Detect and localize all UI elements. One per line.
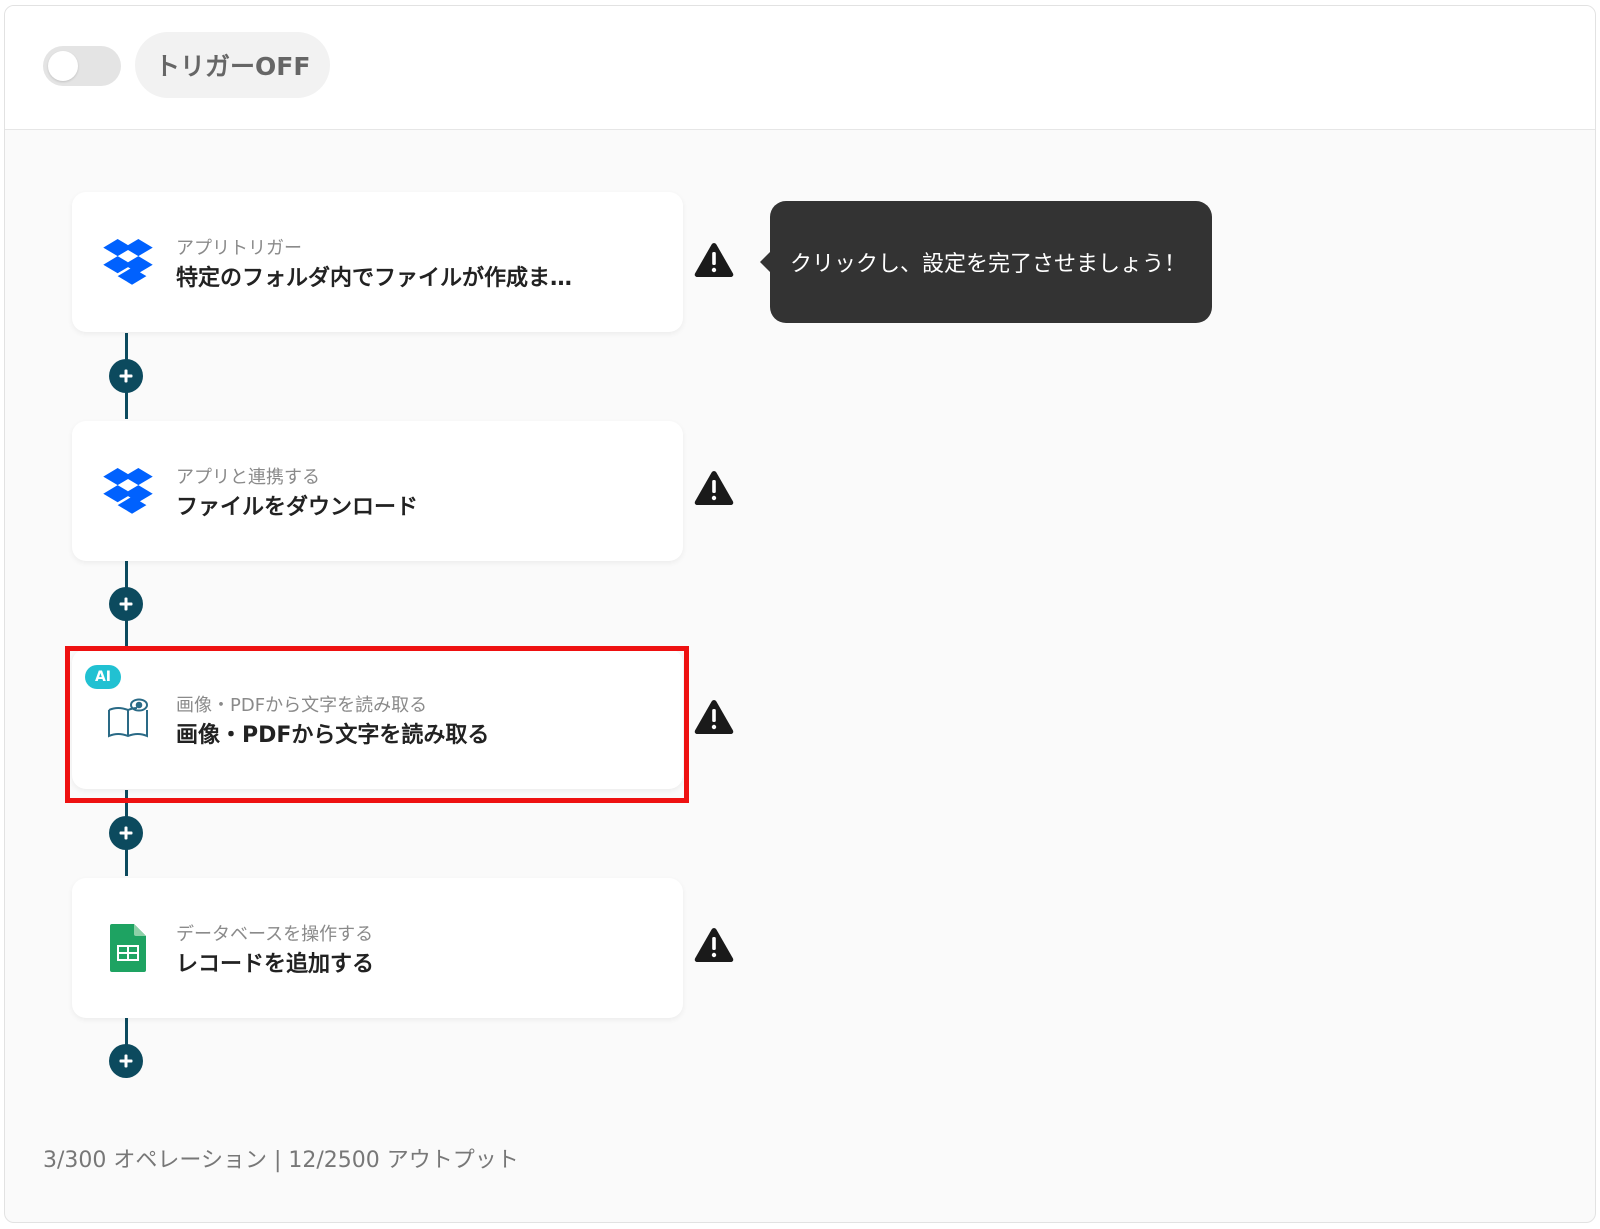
trigger-status-label: トリガーOFF (135, 32, 331, 98)
step-type-label: アプリと連携する (176, 467, 320, 488)
flow-header: トリガーOFF (5, 6, 1595, 130)
flow-editor: トリガーOFF アプリトリガー 特定のフォルダ内でファイルが作成ま… アプリと連… (4, 5, 1596, 1223)
toggle-knob (48, 51, 78, 81)
step-title: レコードを追加する (176, 952, 375, 977)
step-title: 特定のフォルダ内でファイルが作成ま… (176, 266, 573, 291)
step-title: ファイルをダウンロード (176, 495, 419, 520)
add-step-button[interactable] (109, 1044, 143, 1078)
step-card-download[interactable]: アプリと連携する ファイルをダウンロード (72, 421, 683, 561)
add-step-button[interactable] (109, 816, 143, 850)
warning-icon[interactable] (694, 699, 734, 735)
add-step-button[interactable] (109, 359, 143, 393)
usage-summary: 3/300 オペレーション | 12/2500 アウトプット (43, 1148, 519, 1173)
add-step-button[interactable] (109, 587, 143, 621)
warning-icon[interactable] (694, 927, 734, 963)
warning-icon[interactable] (694, 470, 734, 506)
step-card-add-record[interactable]: データベースを操作する レコードを追加する (72, 878, 683, 1018)
trigger-toggle[interactable] (43, 46, 121, 86)
google-sheets-icon (100, 922, 156, 974)
dropbox-icon (100, 236, 156, 288)
step-title: 画像・PDFから文字を読み取る (176, 723, 490, 748)
step-type-label: アプリトリガー (176, 238, 302, 259)
step-card-trigger[interactable]: アプリトリガー 特定のフォルダ内でファイルが作成ま… (72, 192, 683, 332)
step-card-ocr[interactable]: AI 画像・PDFから文字を読み取る 画像・PDFから文字を読み取る (72, 649, 683, 789)
step-type-label: データベースを操作する (176, 924, 374, 945)
ai-badge: AI (85, 665, 121, 689)
dropbox-icon (100, 465, 156, 517)
warning-icon[interactable] (694, 242, 734, 278)
setup-tooltip: クリックし、設定を完了させましょう！ (770, 201, 1212, 323)
step-type-label: 画像・PDFから文字を読み取る (176, 695, 428, 716)
ocr-book-icon (100, 693, 156, 745)
